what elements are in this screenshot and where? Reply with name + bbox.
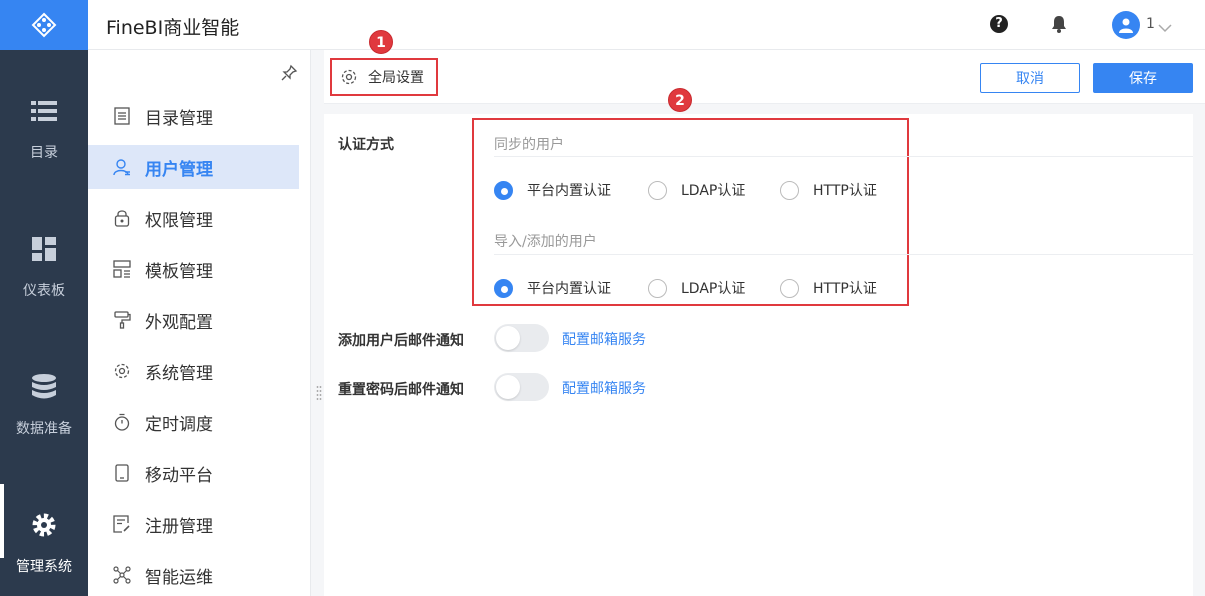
radio-checked-icon <box>494 278 513 298</box>
help-icon[interactable]: ? <box>990 15 1008 33</box>
sidebar-item-templates[interactable]: 模板管理 <box>88 247 299 291</box>
sync-users-title: 同步的用户 <box>494 137 564 153</box>
rail-item-admin[interactable]: 管理系统 <box>0 464 88 584</box>
sidebar-item-label: 权限管理 <box>145 210 213 231</box>
sidebar-item-label: 目录管理 <box>145 108 213 129</box>
list-icon <box>31 98 57 124</box>
app-title: FineBI商业智能 <box>106 17 240 39</box>
callout-marker-2: 2 <box>668 88 692 112</box>
sidebar-item-registration[interactable]: 注册管理 <box>88 502 299 546</box>
rail-item-catalog[interactable]: 目录 <box>0 50 88 170</box>
tablet-icon <box>112 463 132 483</box>
rail-item-data-prep[interactable]: 数据准备 <box>0 326 88 446</box>
main-nav-rail: 目录 仪表板 数据准备 管理系统 <box>0 0 88 596</box>
radio-label: LDAP认证 <box>681 281 746 297</box>
sidebar-item-ops[interactable]: 智能运维 <box>88 553 299 596</box>
radio-label: 平台内置认证 <box>527 281 611 297</box>
rail-item-label: 管理系统 <box>16 559 72 575</box>
paint-roller-icon <box>112 310 132 330</box>
auth-method-label: 认证方式 <box>338 137 394 153</box>
sidebar-item-label: 外观配置 <box>145 312 213 333</box>
settings-panel: 认证方式 同步的用户 平台内置认证 LDAP认证 HTTP认证 导入/添加的用户… <box>324 114 1193 596</box>
sidebar-item-appearance[interactable]: 外观配置 <box>88 298 299 342</box>
logo[interactable] <box>0 0 88 50</box>
callout-marker-1: 1 <box>369 30 393 54</box>
radio-unchecked-icon <box>648 278 667 298</box>
radio-unchecked-icon <box>780 278 799 298</box>
stopwatch-icon <box>112 412 132 432</box>
sync-radio-http[interactable]: HTTP认证 <box>780 180 877 200</box>
radio-unchecked-icon <box>780 180 799 200</box>
sidebar-item-users[interactable]: 用户管理 <box>88 145 299 189</box>
radio-label: LDAP认证 <box>681 183 746 199</box>
catalog-icon <box>112 106 132 126</box>
sync-radio-ldap[interactable]: LDAP认证 <box>648 180 745 200</box>
gear-icon <box>340 68 358 86</box>
radio-checked-icon <box>494 180 513 200</box>
sidebar-item-label: 定时调度 <box>145 414 213 435</box>
rail-item-dashboard[interactable]: 仪表板 <box>0 188 88 308</box>
sidebar-item-permissions[interactable]: 权限管理 <box>88 196 299 240</box>
radio-label: HTTP认证 <box>813 183 877 199</box>
add-user-email-toggle[interactable] <box>494 324 549 352</box>
divider <box>494 156 1193 157</box>
radio-unchecked-icon <box>648 180 667 200</box>
config-mail-link[interactable]: 配置邮箱服务 <box>562 378 646 398</box>
gear-icon <box>112 361 132 381</box>
user-name[interactable]: 1 <box>1146 16 1155 32</box>
top-header: FineBI商业智能 ? 1 <box>88 0 1205 50</box>
sidebar-item-label: 用户管理 <box>145 159 213 180</box>
template-icon <box>112 259 132 279</box>
sidebar-item-label: 系统管理 <box>145 363 213 384</box>
chevron-down-icon[interactable] <box>1158 18 1172 37</box>
import-users-title: 导入/添加的用户 <box>494 234 597 250</box>
database-icon <box>32 374 56 400</box>
rail-item-label: 数据准备 <box>16 421 72 437</box>
reset-password-email-label: 重置密码后邮件通知 <box>338 382 464 398</box>
import-radio-builtin[interactable]: 平台内置认证 <box>494 278 611 298</box>
reset-password-email-toggle[interactable] <box>494 373 549 401</box>
finebi-logo-icon <box>31 12 57 38</box>
admin-sidebar: 目录管理 用户管理 权限管理 模板管理 外观配置 系统管理 定时调度 移动平台 … <box>88 50 311 596</box>
sidebar-item-label: 移动平台 <box>145 465 213 486</box>
config-mail-link[interactable]: 配置邮箱服务 <box>562 329 646 349</box>
sidebar-item-system[interactable]: 系统管理 <box>88 349 299 393</box>
bell-icon[interactable] <box>1051 15 1067 37</box>
import-radio-http[interactable]: HTTP认证 <box>780 278 877 298</box>
tab-global-settings[interactable]: 全局设置 <box>330 58 438 96</box>
import-radio-ldap[interactable]: LDAP认证 <box>648 278 745 298</box>
register-icon <box>112 514 132 534</box>
radio-label: 平台内置认证 <box>527 183 611 199</box>
sidebar-item-label: 注册管理 <box>145 516 213 537</box>
divider <box>494 254 1193 255</box>
cancel-button[interactable]: 取消 <box>980 63 1080 93</box>
sidebar-item-label: 智能运维 <box>145 567 213 588</box>
sidebar-item-label: 模板管理 <box>145 261 213 282</box>
radio-label: HTTP认证 <box>813 281 877 297</box>
gear-icon <box>31 512 57 538</box>
main-toolbar: 全局设置 取消 保存 <box>324 50 1205 104</box>
sidebar-item-catalog[interactable]: 目录管理 <box>88 94 299 138</box>
sidebar-item-mobile[interactable]: 移动平台 <box>88 451 299 495</box>
user-icon <box>112 157 132 177</box>
pin-icon[interactable] <box>280 64 298 86</box>
network-icon <box>112 565 132 585</box>
lock-icon <box>112 208 132 228</box>
dashboard-icon <box>32 236 56 262</box>
rail-item-label: 目录 <box>30 145 58 161</box>
tab-label: 全局设置 <box>368 70 424 86</box>
avatar[interactable] <box>1112 11 1140 39</box>
rail-item-label: 仪表板 <box>23 283 65 299</box>
resize-handle[interactable] <box>316 385 322 403</box>
save-button[interactable]: 保存 <box>1093 63 1193 93</box>
sidebar-item-scheduling[interactable]: 定时调度 <box>88 400 299 444</box>
sync-radio-builtin[interactable]: 平台内置认证 <box>494 180 611 200</box>
add-user-email-label: 添加用户后邮件通知 <box>338 333 464 349</box>
